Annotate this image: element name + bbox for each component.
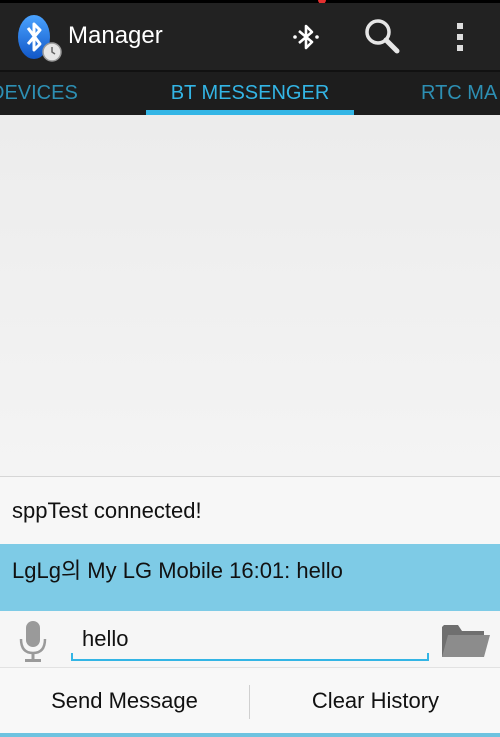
clear-history-button[interactable]: Clear History xyxy=(251,668,500,734)
tab-bt-messenger[interactable]: BT MESSENGER xyxy=(146,72,354,115)
button-bar: Send Message Clear History xyxy=(0,667,500,734)
overflow-menu-icon xyxy=(457,23,463,51)
action-bar: Manager xyxy=(0,3,500,72)
divider xyxy=(249,685,250,719)
send-message-button[interactable]: Send Message xyxy=(0,668,249,734)
folder-icon xyxy=(442,625,490,657)
message-input[interactable] xyxy=(72,619,428,661)
message-text: LgLg의 My LG Mobile 16:01: hello xyxy=(12,558,343,583)
input-edge xyxy=(71,653,73,661)
tab-devices[interactable]: DEVICES xyxy=(0,72,78,115)
bluetooth-icon xyxy=(293,24,319,50)
list-item[interactable]: sppTest connected! xyxy=(0,477,500,544)
bottom-strip xyxy=(0,733,500,737)
microphone-button[interactable] xyxy=(16,619,50,663)
message-history[interactable] xyxy=(0,115,500,476)
input-edge xyxy=(427,653,429,661)
app-title: Manager xyxy=(68,22,163,49)
bluetooth-button[interactable] xyxy=(280,11,332,63)
list-item-highlighted[interactable]: LgLg의 My LG Mobile 16:01: hello xyxy=(0,544,500,611)
message-text: sppTest connected! xyxy=(12,498,202,523)
tab-bar: DEVICES BT MESSENGER RTC MA xyxy=(0,72,500,115)
search-icon xyxy=(365,19,400,54)
attach-file-button[interactable] xyxy=(440,619,492,661)
composer xyxy=(0,611,500,667)
overflow-menu-button[interactable] xyxy=(434,11,486,63)
search-button[interactable] xyxy=(356,11,408,63)
microphone-icon xyxy=(19,621,47,662)
app-logo-icon xyxy=(18,15,62,62)
tab-rtc[interactable]: RTC MA xyxy=(421,72,497,115)
